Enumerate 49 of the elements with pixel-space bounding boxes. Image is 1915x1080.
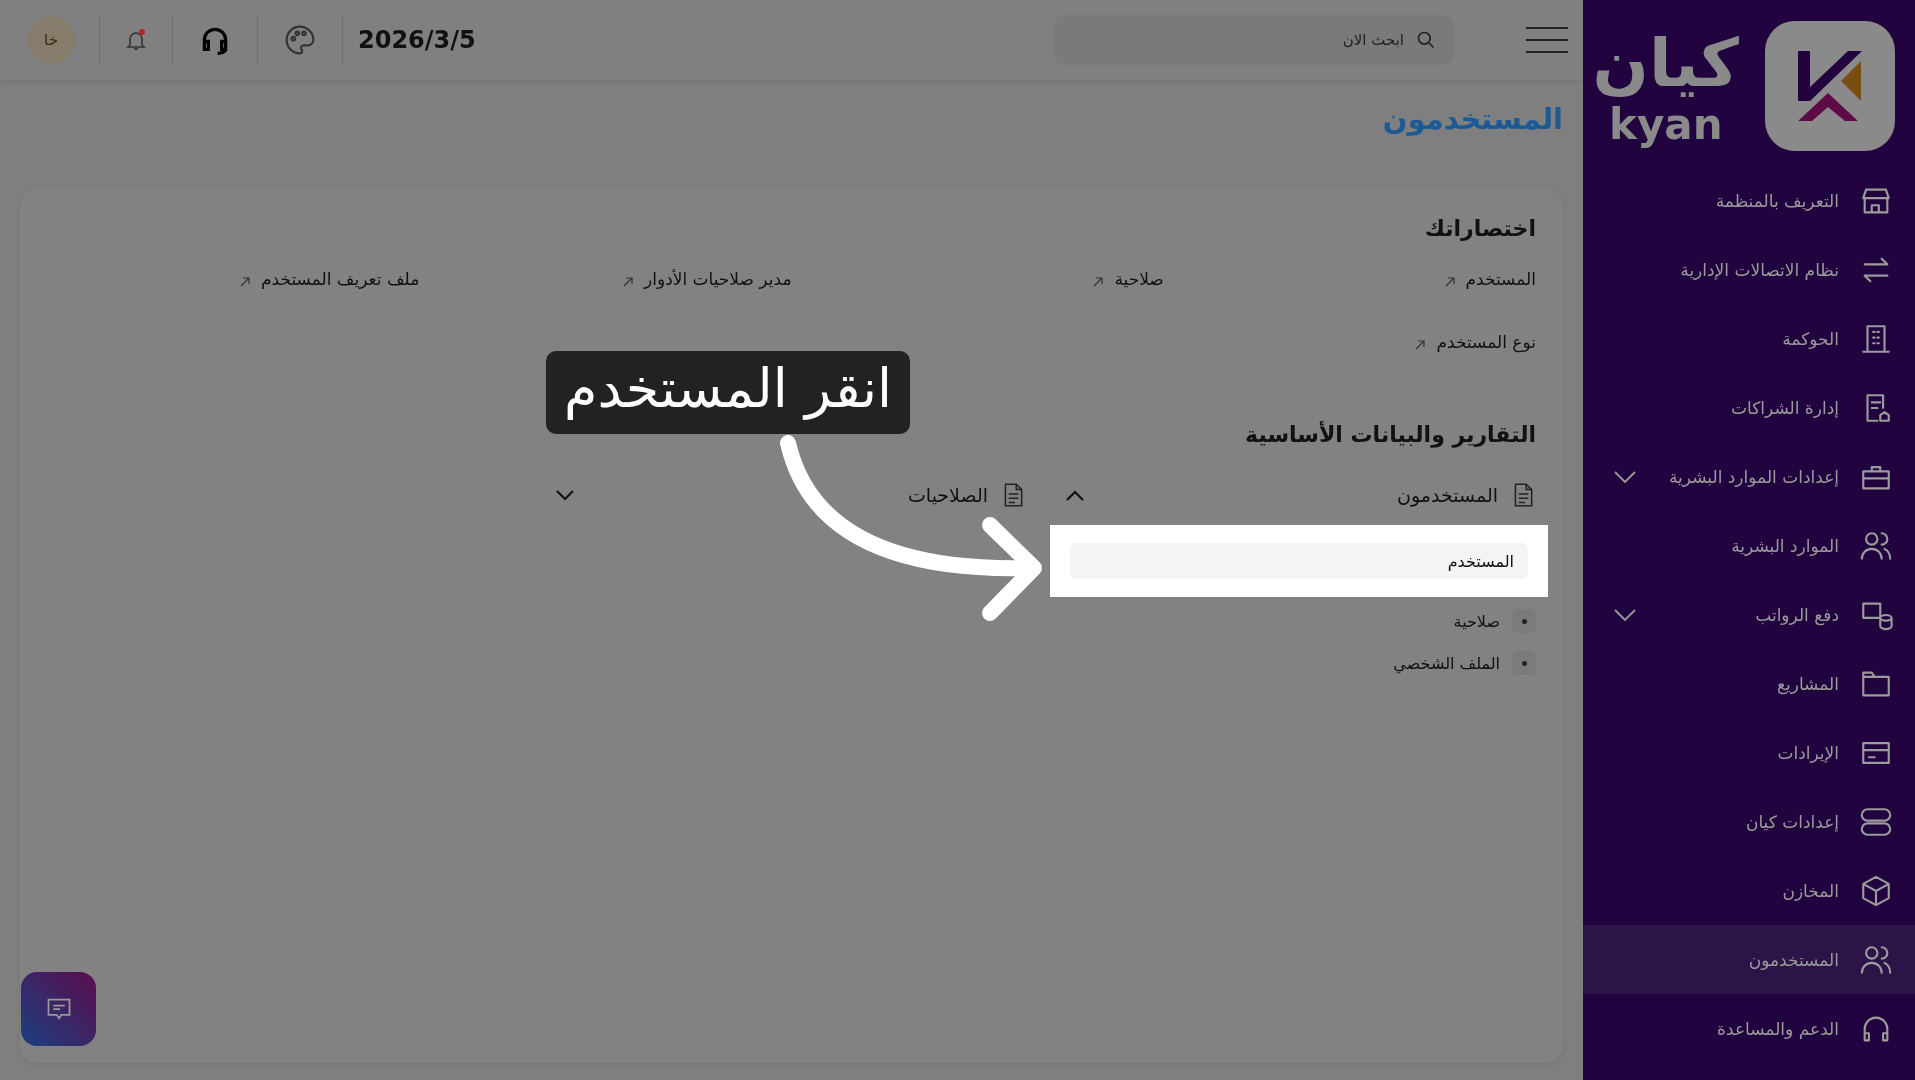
arrow-icon: [1092, 276, 1105, 288]
shortcut-link[interactable]: صلاحية: [1092, 269, 1164, 289]
sidebar-item[interactable]: إعدادات الموارد البشرية: [1583, 442, 1915, 511]
shortcut-link[interactable]: نوع المستخدم: [1414, 332, 1536, 352]
sidebar-item[interactable]: إعدادات كيان: [1583, 787, 1915, 856]
sidebar-item[interactable]: المخازن: [1583, 856, 1915, 925]
shortcut-link[interactable]: المستخدم: [1443, 269, 1536, 289]
sidebar-item[interactable]: المستخدمون: [1583, 925, 1915, 994]
arrow-icon: [239, 276, 251, 288]
box-icon: [1859, 873, 1893, 908]
logo-text: كيان: [1592, 25, 1739, 103]
sidebar-item[interactable]: الدعم والمساعدة: [1583, 994, 1915, 1063]
avatar[interactable]: خا: [27, 16, 75, 64]
arrow-icon: [1414, 339, 1427, 351]
sidebar-item[interactable]: إدارة الشراكات: [1583, 373, 1915, 442]
bullet-icon: [1512, 651, 1536, 675]
palette-icon[interactable]: [284, 24, 316, 56]
sidebar-item[interactable]: دفع الرواتب: [1583, 580, 1915, 649]
arrow-icon: [622, 276, 634, 288]
date-text: 2026/3/5: [357, 26, 477, 54]
chevron-up-icon: [1066, 489, 1084, 501]
sidebar-item[interactable]: الحوكمة: [1583, 304, 1915, 373]
search-field[interactable]: ابحث الان: [1054, 15, 1454, 65]
logo-text: kyan: [1609, 103, 1723, 147]
report-item[interactable]: الملف الشخصي: [1066, 645, 1536, 681]
sidebar-item[interactable]: التعريف بالمنظمة: [1583, 166, 1915, 235]
menu-icon[interactable]: [1526, 27, 1568, 53]
sidebar-item[interactable]: المشاريع: [1583, 649, 1915, 718]
chevron-down-icon[interactable]: [1613, 607, 1637, 622]
report-item[interactable]: صلاحية: [1066, 603, 1536, 639]
shortcut-link[interactable]: مدير صلاحيات الأدوار: [622, 269, 792, 289]
callout-tooltip: انقر المستخدم: [546, 351, 911, 434]
sidebar-item[interactable]: الإيرادات: [1583, 718, 1915, 787]
chevron-down-icon: [556, 489, 574, 501]
logo-icon: [1765, 21, 1895, 151]
sidebar-item[interactable]: نظام الاتصالات الإدارية: [1583, 235, 1915, 304]
search-icon: [1416, 30, 1436, 50]
report-group[interactable]: الصلاحيات: [556, 477, 1026, 513]
chevron-down-icon[interactable]: [1613, 469, 1637, 484]
chat-button[interactable]: [21, 972, 96, 1046]
report-group[interactable]: المستخدمون: [1066, 477, 1536, 513]
report-item[interactable]: المستخدم: [1070, 543, 1528, 579]
section-title: اختصاراتك: [1423, 216, 1536, 241]
shortcut-link[interactable]: ملف تعريف المستخدم: [239, 269, 420, 289]
section-title: التقارير والبيانات الأساسية: [1244, 422, 1536, 447]
bullet-icon: [1512, 609, 1536, 633]
arrow-icon: [1443, 276, 1456, 288]
sidebar-item[interactable]: الموارد البشرية: [1583, 511, 1915, 580]
page-title: المستخدمون: [1381, 102, 1563, 136]
